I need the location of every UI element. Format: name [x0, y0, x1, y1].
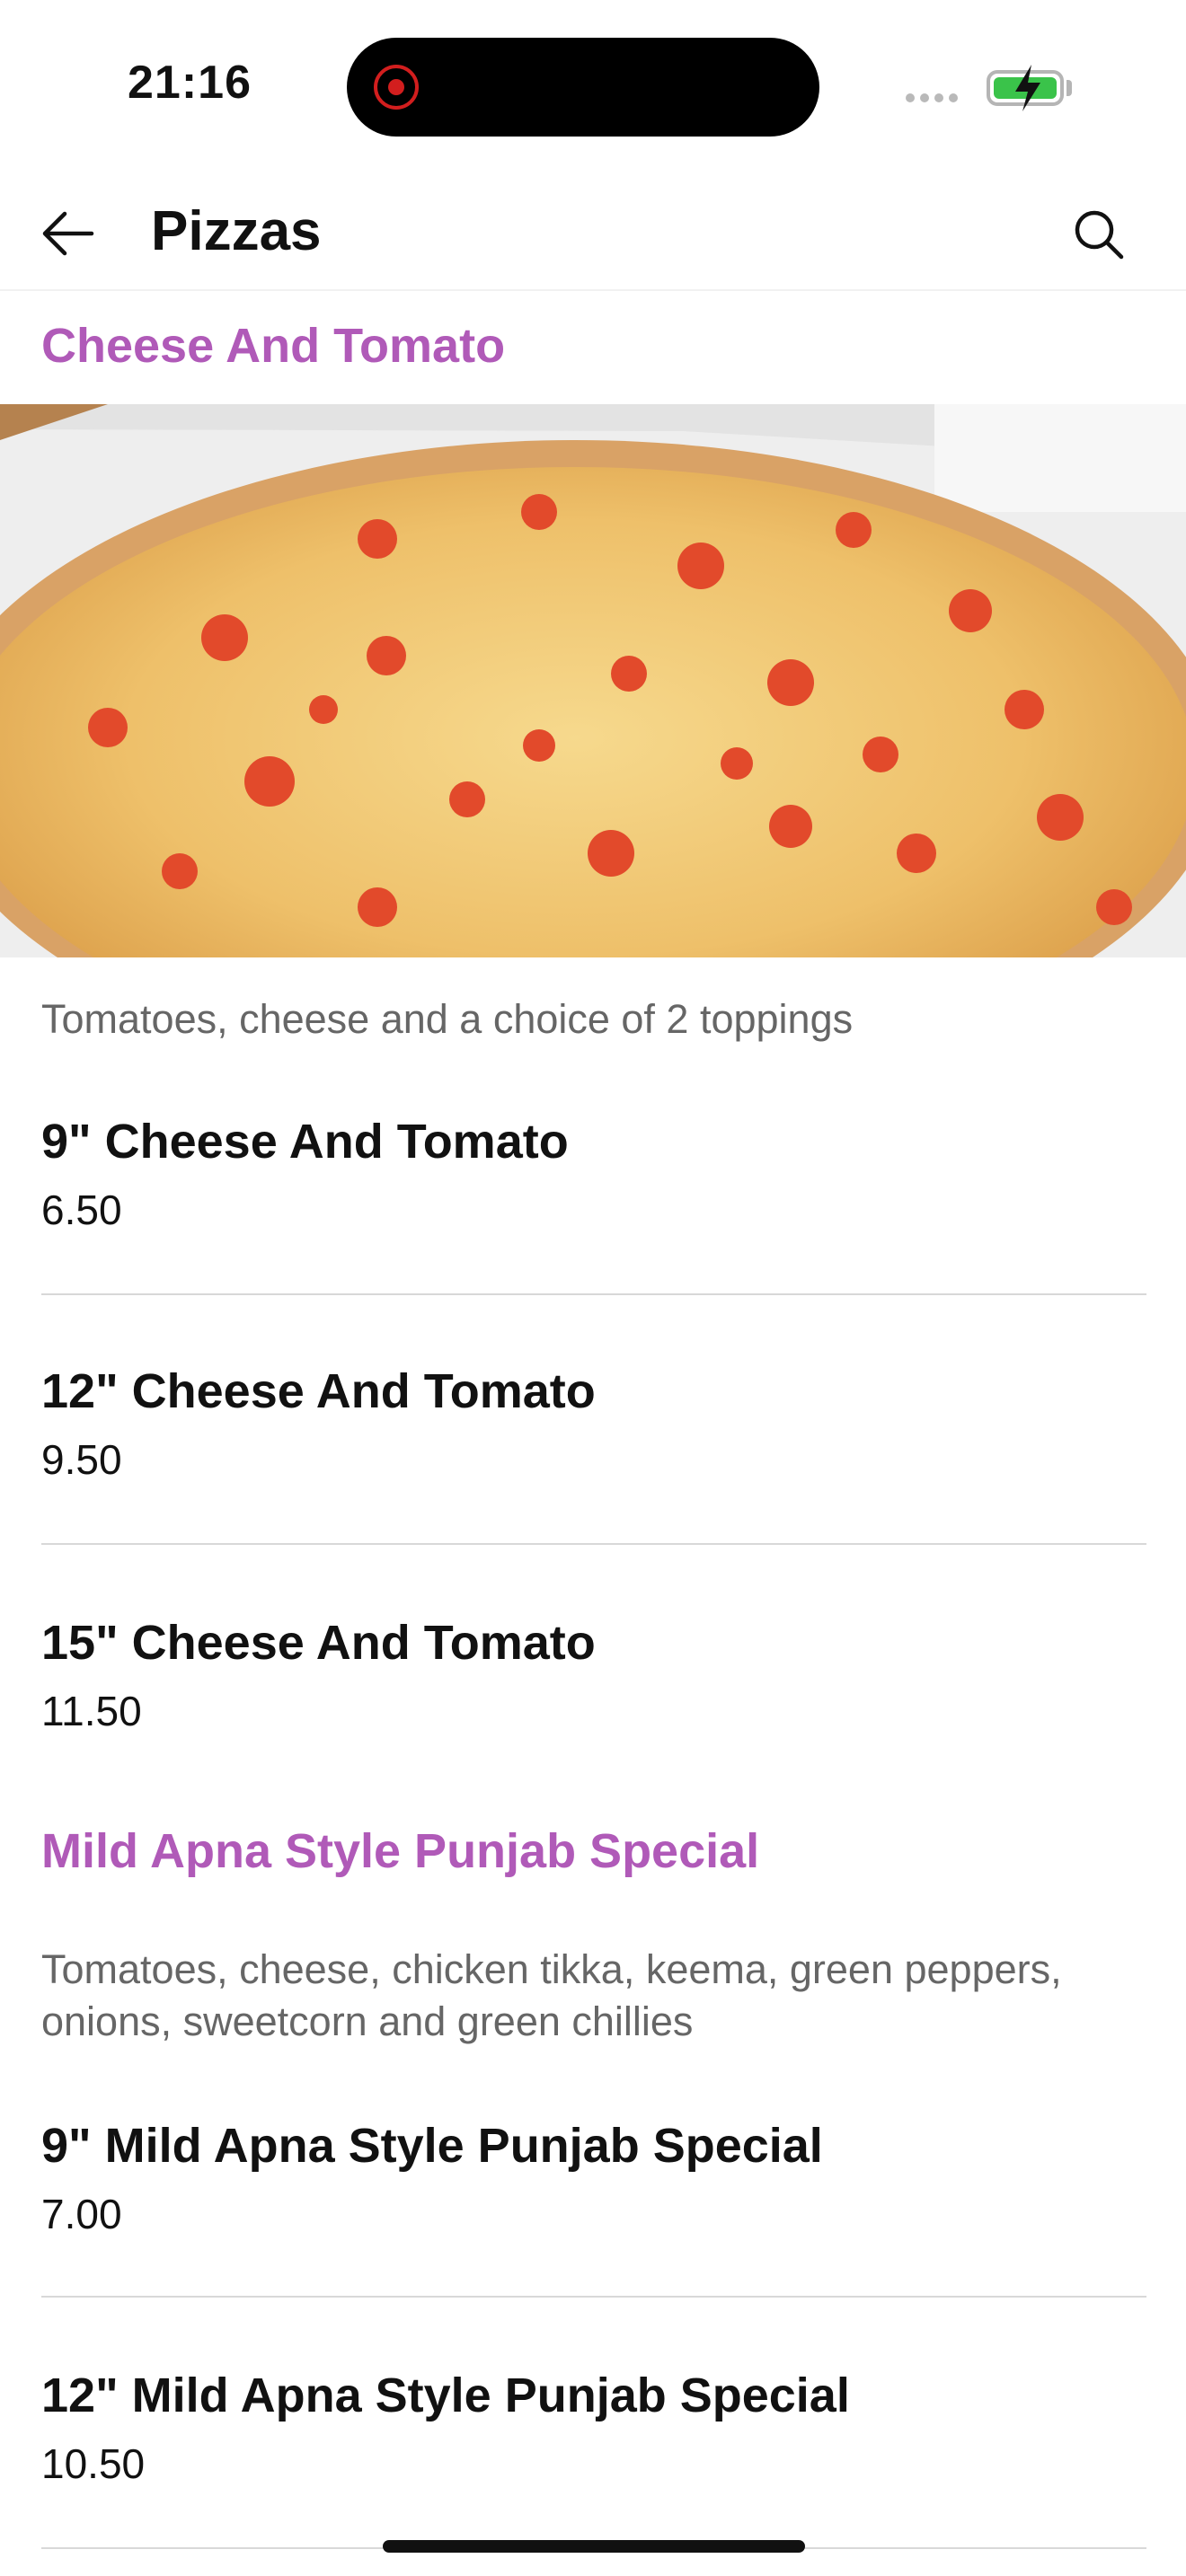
item-price: 7.00: [41, 2191, 122, 2237]
section-title-punjab-special: Mild Apna Style Punjab Special: [41, 1824, 760, 1878]
search-icon[interactable]: [1067, 203, 1130, 266]
divider: [41, 1543, 1146, 1545]
menu-item[interactable]: 12" Cheese And Tomato 9.50: [0, 1363, 1186, 1516]
arrow-left-icon[interactable]: [38, 207, 101, 260]
menu-item[interactable]: 12" Mild Apna Style Punjab Special 10.50: [0, 2368, 1186, 2520]
divider: [41, 1293, 1146, 1295]
item-price: 9.50: [41, 1436, 122, 1483]
charging-bolt-icon: [1015, 65, 1040, 111]
section-description: Tomatoes, cheese, chicken tikka, keema, …: [41, 1946, 1062, 2044]
item-price: 6.50: [41, 1187, 122, 1233]
item-name: 9" Cheese And Tomato: [41, 1115, 569, 1169]
home-indicator[interactable]: [383, 2540, 805, 2553]
page-title: Pizzas: [151, 200, 322, 262]
status-time: 21:16: [128, 57, 252, 109]
item-price: 10.50: [41, 2440, 146, 2487]
menu-item[interactable]: 9" Mild Apna Style Punjab Special 7.00: [0, 2118, 1186, 2271]
dynamic-island: [347, 38, 819, 137]
item-name: 12" Mild Apna Style Punjab Special: [41, 2369, 850, 2422]
pizza-image: [0, 404, 1186, 957]
status-bar: 21:16: [0, 0, 1186, 162]
menu-item[interactable]: 9" Cheese And Tomato 6.50: [0, 1114, 1186, 1266]
signal-icon: [906, 93, 958, 102]
section-description: Tomatoes, cheese and a choice of 2 toppi…: [41, 996, 854, 1042]
item-name: 12" Cheese And Tomato: [41, 1364, 596, 1418]
item-name: 9" Mild Apna Style Punjab Special: [41, 2119, 823, 2173]
section-title-cheese-and-tomato: Cheese And Tomato: [41, 319, 506, 373]
divider: [41, 2296, 1146, 2298]
pizza-photo: [0, 404, 1186, 957]
item-name: 15" Cheese And Tomato: [41, 1616, 596, 1670]
item-price: 11.50: [41, 1688, 142, 1734]
menu-item[interactable]: 15" Cheese And Tomato 11.50: [0, 1615, 1186, 1768]
nav-bar: Pizzas: [0, 180, 1186, 291]
record-icon: [374, 65, 419, 110]
battery-cap: [1067, 80, 1072, 96]
